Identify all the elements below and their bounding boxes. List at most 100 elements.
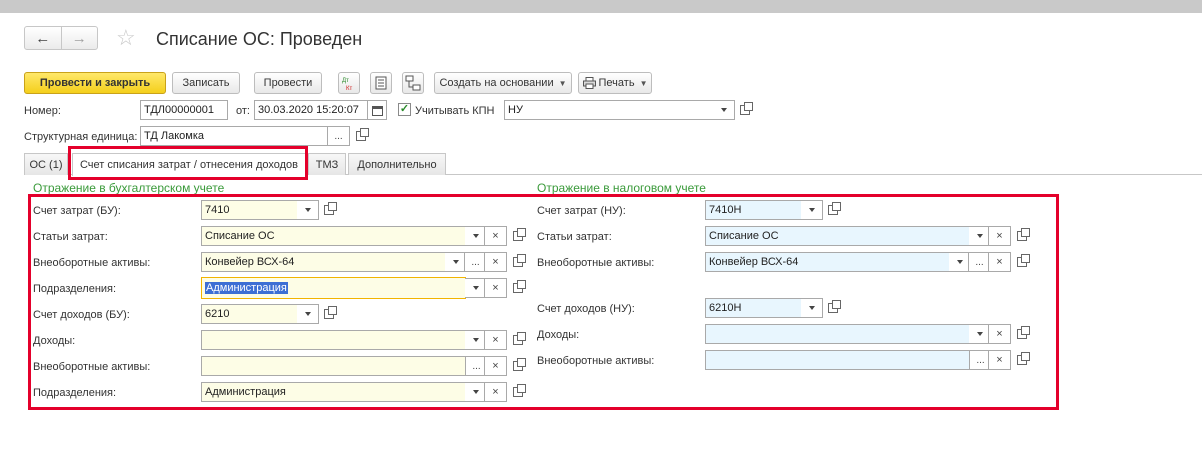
bu-department-open[interactable] — [509, 278, 527, 298]
nu-income-account-dropdown[interactable] — [801, 298, 823, 318]
nu-income-account-field[interactable]: 6210Н — [705, 298, 802, 318]
structure-button[interactable] — [402, 72, 424, 94]
bu-income-label: Доходы: — [33, 335, 76, 347]
nu-fixed-assets-open[interactable] — [1013, 252, 1031, 272]
close-icon: × — [996, 230, 1003, 242]
create-based-on-label: Создать на основании — [439, 77, 554, 89]
bu-fixed-assets-field[interactable]: Конвейер ВСХ-64 — [201, 252, 446, 272]
bu-department-label: Подразделения: — [33, 283, 117, 295]
structure-icon — [405, 75, 421, 91]
open-icon — [828, 202, 841, 215]
print-label: Печать — [598, 77, 635, 89]
nu-income-open[interactable] — [1013, 324, 1031, 344]
chevron-down-icon: ▼ — [639, 78, 648, 88]
forward-button[interactable]: → — [62, 27, 98, 49]
create-based-on-button[interactable]: Создать на основании ▼ — [434, 72, 572, 94]
bu-income-account-label: Счет доходов (БУ): — [33, 309, 130, 321]
nu-fixed-assets-clear[interactable]: × — [988, 252, 1011, 272]
bu-income-account-open[interactable] — [320, 304, 338, 324]
nu-expense-items-clear[interactable]: × — [988, 226, 1011, 246]
document-list-button[interactable] — [370, 72, 392, 94]
unit-select-button[interactable]: ... — [327, 126, 350, 146]
tab-additional[interactable]: Дополнительно — [348, 153, 446, 175]
bu-expense-account-dropdown[interactable] — [297, 200, 319, 220]
bu-income-account-dropdown[interactable] — [297, 304, 319, 324]
nu-income-clear[interactable]: × — [988, 324, 1011, 344]
unit-label: Структурная единица: — [24, 131, 138, 143]
nu-section-title: Отражение в налоговом учете — [537, 181, 706, 195]
bu-expense-items-open[interactable] — [509, 226, 527, 246]
bu-fixed-assets-label: Внеоборотные активы: — [33, 257, 151, 269]
bu-income-field[interactable] — [201, 330, 466, 350]
bu-fixed-assets-2-field[interactable] — [201, 356, 466, 376]
print-button[interactable]: Печать ▼ — [578, 72, 652, 94]
bu-department-2-clear[interactable]: × — [484, 382, 507, 402]
close-icon: × — [492, 386, 499, 398]
nu-fixed-assets-2-field[interactable] — [705, 350, 970, 370]
calendar-button[interactable] — [367, 100, 387, 120]
number-field[interactable]: ТДЛ00000001 — [140, 100, 228, 120]
nu-income-account-open[interactable] — [824, 298, 842, 318]
kpn-dropdown-button[interactable] — [713, 100, 735, 120]
bu-income-open[interactable] — [509, 330, 527, 350]
kpn-open-button[interactable] — [736, 100, 754, 120]
kpn-checkbox[interactable]: ✓ — [398, 103, 411, 116]
open-icon — [513, 228, 526, 241]
svg-text:Дт: Дт — [342, 78, 349, 84]
bu-expense-account-open[interactable] — [320, 200, 338, 220]
page-title: Списание ОС: Проведен — [156, 29, 363, 49]
bu-expense-items-field[interactable]: Списание ОС — [201, 226, 466, 246]
close-icon: × — [996, 354, 1003, 366]
bu-department-2-field[interactable]: Администрация — [201, 382, 466, 402]
bu-income-clear[interactable]: × — [484, 330, 507, 350]
bu-fixed-assets-2-open[interactable] — [509, 356, 527, 376]
bu-fixed-assets-2-clear[interactable]: × — [484, 356, 507, 376]
back-button[interactable]: ← — [25, 27, 62, 49]
bu-expense-account-field[interactable]: 7410 — [201, 200, 298, 220]
unit-field[interactable]: ТД Лакомка — [140, 126, 328, 146]
nu-income-field[interactable] — [705, 324, 970, 344]
open-icon — [513, 332, 526, 345]
tab-expense-account[interactable]: Счет списания затрат / отнесения доходов — [72, 153, 306, 176]
bu-fixed-assets-open[interactable] — [509, 252, 527, 272]
bu-department-value: Администрация — [205, 282, 288, 294]
tab-tmz[interactable]: ТМЗ — [308, 153, 346, 175]
post-button[interactable]: Провести — [254, 72, 322, 94]
open-icon — [1017, 254, 1030, 267]
open-icon — [1017, 352, 1030, 365]
bu-income-account-field[interactable]: 6210 — [201, 304, 298, 324]
nu-expense-items-open[interactable] — [1013, 226, 1031, 246]
open-icon — [740, 102, 753, 115]
bu-department-clear[interactable]: × — [484, 278, 507, 298]
open-icon — [356, 128, 369, 141]
bu-fixed-assets-clear[interactable]: × — [484, 252, 507, 272]
document-list-icon — [375, 76, 387, 90]
bu-fixed-assets-2-label: Внеоборотные активы: — [33, 361, 151, 373]
nu-fixed-assets-field[interactable]: Конвейер ВСХ-64 — [705, 252, 950, 272]
star-icon[interactable]: ☆ — [116, 27, 136, 49]
date-field[interactable]: 30.03.2020 15:20:07 — [254, 100, 368, 120]
post-and-close-button[interactable]: Провести и закрыть — [24, 72, 166, 94]
nu-expense-account-label: Счет затрат (НУ): — [537, 205, 626, 217]
nu-expense-account-field[interactable]: 7410Н — [705, 200, 802, 220]
nu-fixed-assets-2-clear[interactable]: × — [988, 350, 1011, 370]
nu-expense-items-field[interactable]: Списание ОС — [705, 226, 970, 246]
close-icon: × — [492, 282, 499, 294]
kpn-select[interactable]: НУ — [504, 100, 714, 120]
bu-expense-account-label: Счет затрат (БУ): — [33, 205, 121, 217]
unit-open-button[interactable] — [352, 126, 370, 146]
nu-expense-items-label: Статьи затрат: — [537, 231, 612, 243]
open-icon — [513, 254, 526, 267]
bu-expense-items-clear[interactable]: × — [484, 226, 507, 246]
tab-os[interactable]: ОС (1) — [24, 153, 68, 175]
bu-department-2-label: Подразделения: — [33, 387, 117, 399]
close-icon: × — [492, 334, 499, 346]
dt-kt-button[interactable]: Дт Кт — [338, 72, 360, 94]
nu-fixed-assets-2-open[interactable] — [1013, 350, 1031, 370]
nu-expense-account-open[interactable] — [824, 200, 842, 220]
bu-department-2-open[interactable] — [509, 382, 527, 402]
bu-section-title: Отражение в бухгалтерском учете — [33, 181, 225, 195]
nu-expense-account-dropdown[interactable] — [801, 200, 823, 220]
save-button[interactable]: Записать — [172, 72, 240, 94]
bu-department-field[interactable]: Администрация — [201, 277, 466, 299]
